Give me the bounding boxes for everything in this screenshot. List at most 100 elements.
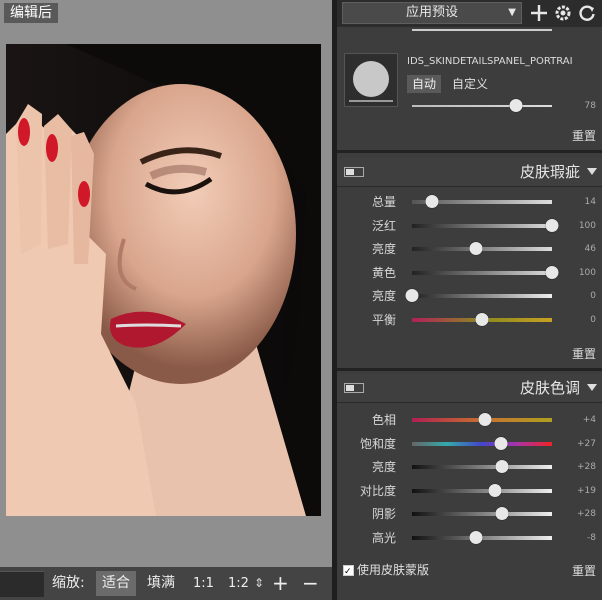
slider-label: 平衡 — [371, 313, 396, 327]
slider-label: 泛红 — [371, 218, 396, 233]
zoom-in-icon[interactable]: + — [272, 567, 289, 600]
checkbox-icon[interactable] — [343, 562, 354, 582]
slider-label: 亮度 — [371, 242, 396, 257]
slider-track[interactable] — [412, 270, 552, 275]
slider-value: +4 — [582, 415, 596, 425]
blemish-panel: 皮肤瑕疵 总量 14 泛红 100 亮度 46 黄色 100 亮度 0 平衡 0 重置 — [337, 153, 602, 368]
use-skin-mask-checkbox[interactable]: 使用皮肤蒙版 — [343, 560, 430, 582]
slider-value: +19 — [577, 485, 596, 496]
custom-button[interactable]: 自定义 — [452, 75, 488, 93]
slider-label: 色相 — [371, 413, 396, 427]
blemish-panel-title: 皮肤瑕疵 — [519, 163, 580, 181]
slider-track[interactable] — [412, 512, 552, 517]
reset-button[interactable]: 重置 — [572, 562, 596, 579]
portrait-panel: IDS_SKINDETAILSPANEL_PORTRAI 自动 自定义 78 重… — [337, 27, 602, 150]
slider-value: +28 — [577, 509, 596, 520]
slider-value: -8 — [587, 533, 596, 543]
slider-knob[interactable] — [469, 531, 483, 544]
zoom-fit-button[interactable]: 适合 — [96, 571, 136, 596]
slider-value: 0 — [590, 291, 596, 302]
portrait-photo — [6, 44, 321, 516]
slider-row: 饱和度 +27 — [337, 433, 602, 455]
slider-label: 亮度 — [371, 289, 396, 304]
apply-preset-dropdown[interactable]: 应用预设 ▼ — [342, 2, 522, 24]
slider-row: 黄色 100 — [337, 262, 602, 284]
collapse-triangle-icon[interactable] — [587, 384, 597, 391]
slider-value: 0 — [590, 315, 596, 325]
slider-value: 100 — [578, 220, 596, 231]
slider-track[interactable] — [412, 488, 552, 493]
slider-label: 亮度 — [371, 460, 396, 475]
preset-label: 应用预设 — [405, 5, 458, 20]
slider-label: 黄色 — [371, 265, 396, 280]
view-label: 编辑后 — [4, 3, 58, 23]
zoom-1-1-button[interactable]: 1:1 — [193, 567, 214, 600]
panel-toggle-icon[interactable] — [344, 167, 364, 177]
zoom-1-2-button[interactable]: 1:2 — [228, 567, 249, 600]
slider-row: 亮度 +28 — [337, 456, 602, 478]
slider-row: 高光 -8 — [337, 527, 602, 549]
preset-toolbar: 应用预设 ▼ — [337, 0, 602, 27]
clipped-slider — [337, 27, 602, 35]
dropdown-arrow-icon: ▼ — [508, 7, 516, 18]
slider-label: 高光 — [371, 531, 396, 545]
tone-panel-title: 皮肤色调 — [519, 379, 580, 397]
slider-track[interactable] — [412, 441, 552, 446]
slider-label: 对比度 — [359, 483, 396, 498]
slider-track[interactable] — [412, 294, 552, 299]
refresh-icon[interactable] — [577, 3, 597, 23]
slider-knob[interactable] — [509, 99, 523, 112]
slider-row: 色相 +4 — [337, 409, 602, 431]
slider-track[interactable] — [412, 465, 552, 470]
slider-label: 阴影 — [371, 507, 396, 522]
reset-button[interactable]: 重置 — [572, 127, 596, 144]
slider-row: 泛红 100 — [337, 215, 602, 237]
slider-knob[interactable] — [495, 460, 509, 474]
slider-knob[interactable] — [478, 413, 492, 426]
slider-label: 总量 — [371, 195, 396, 209]
portrait-image — [6, 44, 321, 516]
panel-toggle-icon[interactable] — [344, 383, 364, 393]
slider-row: 亮度 0 — [337, 285, 602, 307]
slider-value: 100 — [578, 267, 596, 278]
zoom-field[interactable] — [0, 571, 44, 597]
slider-knob[interactable] — [405, 289, 419, 303]
plus-icon[interactable] — [529, 3, 549, 23]
adjustments-panel: 应用预设 ▼ IDS_SKINDETAILSPANEL_PORTRAI 自动 自… — [337, 0, 602, 600]
zoom-label: 缩放: — [52, 575, 85, 591]
slider-knob[interactable] — [475, 313, 489, 326]
slider-knob[interactable] — [545, 265, 559, 279]
slider-track[interactable] — [412, 105, 552, 107]
slider-row: 对比度 +19 — [337, 480, 602, 502]
reset-button[interactable]: 重置 — [572, 345, 596, 362]
zoom-stepper-icon[interactable]: ⇕ — [254, 567, 264, 600]
slider-row: 阴影 +28 — [337, 503, 602, 525]
slider-row: 亮度 46 — [337, 238, 602, 260]
slider-knob[interactable] — [425, 195, 439, 208]
slider-knob[interactable] — [488, 483, 502, 497]
portrait-panel-title: IDS_SKINDETAILSPANEL_PORTRAI — [407, 56, 573, 67]
slider-knob[interactable] — [494, 436, 508, 450]
slider-row: 平衡 0 — [337, 309, 602, 331]
image-view: 编辑后 缩放: 适合 填满 1:1 1:2 ⇕ + − — [0, 0, 332, 600]
blemish-panel-header[interactable]: 皮肤瑕疵 — [337, 158, 602, 187]
slider-knob[interactable] — [495, 507, 509, 521]
zoom-out-icon[interactable]: − — [302, 567, 319, 600]
slider-knob[interactable] — [545, 218, 559, 232]
slider-value: 46 — [584, 244, 596, 255]
slider-value: 14 — [584, 197, 596, 207]
slider-value: 78 — [584, 101, 596, 111]
slider-track[interactable] — [412, 223, 552, 228]
slider-row: 总量 14 — [337, 191, 602, 213]
zoom-fill-button[interactable]: 填满 — [147, 567, 175, 600]
gear-icon[interactable] — [553, 3, 573, 23]
collapse-triangle-icon[interactable] — [587, 168, 597, 175]
slider-label: 饱和度 — [359, 436, 396, 451]
slider-value: +27 — [577, 438, 596, 449]
slider-knob[interactable] — [469, 242, 483, 256]
zoom-bar: 缩放: 适合 填满 1:1 1:2 ⇕ + − — [0, 567, 332, 600]
tone-panel-header[interactable]: 皮肤色调 — [337, 374, 602, 403]
auto-button[interactable]: 自动 — [407, 75, 442, 93]
slider-value: +28 — [577, 462, 596, 473]
use-skin-mask-label: 使用皮肤蒙版 — [357, 563, 430, 577]
